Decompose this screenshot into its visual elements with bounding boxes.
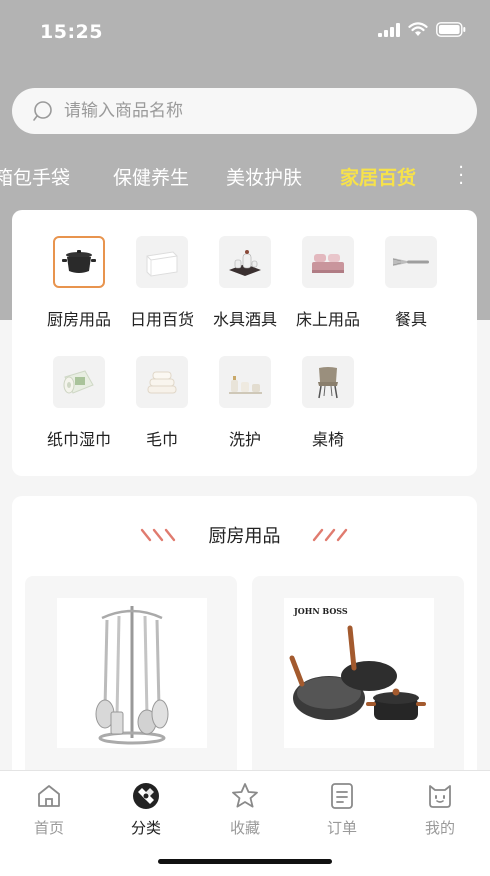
chair-icon <box>302 356 354 408</box>
subcategory-label: 餐具 <box>394 310 427 329</box>
tab-category[interactable]: 分类 <box>106 781 186 838</box>
john-boss-cookware-set-image: JOHN BOSS <box>284 598 434 748</box>
star-icon <box>232 783 258 808</box>
section-title: 厨房用品 <box>208 526 281 547</box>
subcategory-label: 纸巾湿巾 <box>46 430 111 449</box>
subcategory-tissues[interactable]: 纸巾湿巾 <box>38 356 120 450</box>
battery-icon <box>436 22 466 37</box>
status-time: 15:25 <box>40 21 103 43</box>
product-card-cookware-set[interactable]: JOHN BOSS <box>252 576 464 796</box>
search-input[interactable] <box>64 101 424 121</box>
tab-label: 我的 <box>424 819 455 837</box>
toiletries-icon <box>219 356 271 408</box>
subcategory-furniture[interactable]: 桌椅 <box>287 356 369 450</box>
tab-label: 分类 <box>130 819 161 837</box>
home-indicator <box>158 859 332 864</box>
subcategory-label: 水具酒具 <box>212 310 277 329</box>
subcategory-bedding[interactable]: 床上用品 <box>287 236 369 330</box>
subcategory-towels[interactable]: 毛巾 <box>121 356 203 450</box>
tab-favorites[interactable]: 收藏 <box>205 781 285 838</box>
subcategory-label: 洗护 <box>228 430 261 449</box>
tab-label: 首页 <box>33 819 64 837</box>
subcategory-toiletries[interactable]: 洗护 <box>204 356 286 450</box>
subcategory-daily-goods[interactable]: 日用百货 <box>121 236 203 330</box>
storage-box-icon <box>136 236 188 288</box>
subcategory-card: 厨房用品 日用百货 水具酒具 床上用品 餐具 纸巾湿巾 毛巾 洗护 桌椅 <box>12 210 477 476</box>
bedding-icon <box>302 236 354 288</box>
category-tab-health[interactable]: 保健养生 <box>113 163 189 190</box>
subcategory-label: 桌椅 <box>311 430 344 449</box>
subcategory-label: 日用百货 <box>129 310 194 329</box>
subcategory-label: 厨房用品 <box>46 310 111 329</box>
subcategory-drinkware[interactable]: 水具酒具 <box>204 236 286 330</box>
status-bar: 15:25 <box>0 0 490 62</box>
search-bar[interactable] <box>12 88 477 134</box>
wifi-icon <box>408 22 428 36</box>
profile-icon <box>429 785 451 808</box>
tab-orders[interactable]: 订单 <box>302 781 382 838</box>
category-tabs: 箱包手袋 保健养生 美妆护肤 家居百货 · · · <box>0 160 490 194</box>
status-icons <box>378 22 466 37</box>
category-icon <box>133 783 159 809</box>
category-tab-beauty[interactable]: 美妆护肤 <box>226 163 302 190</box>
order-icon <box>331 783 353 809</box>
tab-profile[interactable]: 我的 <box>400 781 480 838</box>
subcategory-kitchen[interactable]: 厨房用品 <box>38 236 120 330</box>
product-card-utensil-rack[interactable] <box>25 576 237 796</box>
more-dots-icon[interactable]: · · · <box>458 160 464 193</box>
decoration-right-icon <box>312 528 348 542</box>
subcategory-label: 毛巾 <box>145 430 178 449</box>
tea-set-icon <box>219 236 271 288</box>
tab-label: 订单 <box>326 819 357 837</box>
tissue-roll-icon <box>53 356 105 408</box>
towel-icon <box>136 356 188 408</box>
search-icon <box>33 101 52 121</box>
home-icon <box>38 785 60 807</box>
tab-label: 收藏 <box>229 819 260 837</box>
product-brand-text: JOHN BOSS <box>294 606 348 616</box>
pot-icon <box>53 236 105 288</box>
subcategory-label: 床上用品 <box>295 310 360 329</box>
tab-home[interactable]: 首页 <box>9 781 89 838</box>
kitchen-utensil-rack-image <box>57 598 207 748</box>
fork-icon <box>385 236 437 288</box>
subcategory-tableware[interactable]: 餐具 <box>370 236 452 330</box>
category-tab-bags[interactable]: 箱包手袋 <box>0 163 70 190</box>
product-section-card: 厨房用品 JOHN BOSS <box>12 496 477 796</box>
category-tab-home[interactable]: 家居百货 <box>340 163 416 190</box>
signal-icon <box>378 22 400 37</box>
